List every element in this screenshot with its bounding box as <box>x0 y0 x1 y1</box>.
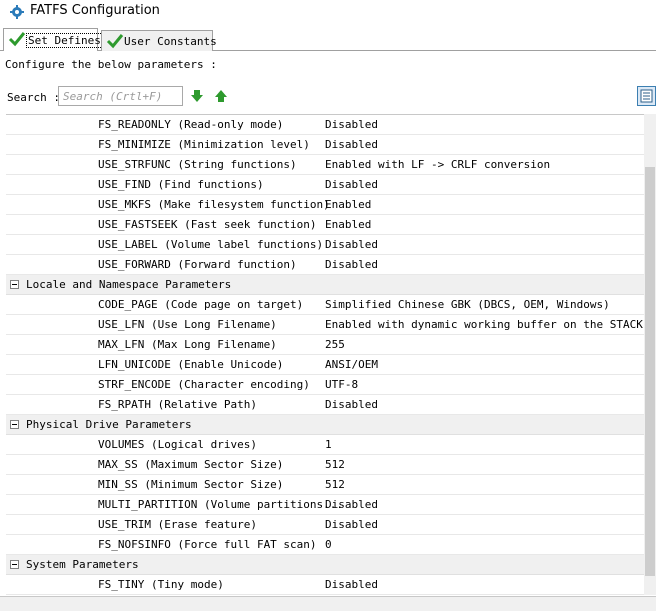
param-value[interactable]: Disabled <box>325 518 378 531</box>
param-row[interactable]: CODE_PAGE (Code page on target) Simplifi… <box>6 295 644 315</box>
param-name: MIN_SS (Minimum Sector Size) <box>98 478 284 491</box>
group-header-physical-drive[interactable]: Physical Drive Parameters <box>6 415 644 435</box>
param-name: FS_MINIMIZE (Minimization level) <box>98 138 310 151</box>
param-name: STRF_ENCODE (Character encoding) <box>98 378 310 391</box>
param-value[interactable]: Disabled <box>325 398 378 411</box>
param-value[interactable]: Disabled <box>325 138 378 151</box>
param-value[interactable]: Disabled <box>325 258 378 271</box>
param-name: USE_STRFUNC (String functions) <box>98 158 297 171</box>
param-row[interactable]: FS_NOFSINFO (Force full FAT scan) 0 <box>6 535 644 555</box>
param-value[interactable]: Enabled with dynamic working buffer on t… <box>325 318 643 331</box>
param-name: USE_FIND (Find functions) <box>98 178 264 191</box>
param-row[interactable]: MULTI_PARTITION (Volume partitions... Di… <box>6 495 644 515</box>
collapse-toggle-icon[interactable] <box>10 560 19 569</box>
title-bar: FATFS Configuration <box>0 0 656 24</box>
param-name: MULTI_PARTITION (Volume partitions... <box>98 498 344 511</box>
param-name: USE_FASTSEEK (Fast seek function) <box>98 218 317 231</box>
find-previous-up-arrow-icon[interactable] <box>214 89 228 103</box>
param-row[interactable]: USE_LFN (Use Long Filename) Enabled with… <box>6 315 644 335</box>
group-title: System Parameters <box>26 558 139 571</box>
param-value[interactable]: Enabled with LF -> CRLF conversion <box>325 158 550 171</box>
param-value[interactable]: Simplified Chinese GBK (DBCS, OEM, Windo… <box>325 298 610 311</box>
param-value[interactable]: Disabled <box>325 178 378 191</box>
group-title: Locale and Namespace Parameters <box>26 278 232 291</box>
app-gear-icon <box>10 5 24 19</box>
param-name: USE_TRIM (Erase feature) <box>98 518 257 531</box>
param-name: USE_FORWARD (Forward function) <box>98 258 297 271</box>
param-row[interactable]: USE_FASTSEEK (Fast seek function) Enable… <box>6 215 644 235</box>
param-row[interactable]: MAX_LFN (Max Long Filename) 255 <box>6 335 644 355</box>
param-value[interactable]: UTF-8 <box>325 378 358 391</box>
param-row[interactable]: FS_MINIMIZE (Minimization level) Disable… <box>6 135 644 155</box>
param-name: FS_NOFSINFO (Force full FAT scan) <box>98 538 317 551</box>
param-name: MAX_SS (Maximum Sector Size) <box>98 458 284 471</box>
param-value[interactable]: 0 <box>325 538 332 551</box>
param-row[interactable]: USE_STRFUNC (String functions) Enabled w… <box>6 155 644 175</box>
param-row[interactable]: FS_TINY (Tiny mode) Disabled <box>6 575 644 595</box>
param-row[interactable]: VOLUMES (Logical drives) 1 <box>6 435 644 455</box>
param-row[interactable]: STRF_ENCODE (Character encoding) UTF-8 <box>6 375 644 395</box>
param-name: MAX_LFN (Max Long Filename) <box>98 338 277 351</box>
param-row[interactable]: USE_FORWARD (Forward function) Disabled <box>6 255 644 275</box>
group-header-locale[interactable]: Locale and Namespace Parameters <box>6 275 644 295</box>
param-name: CODE_PAGE (Code page on target) <box>98 298 304 311</box>
parameters-grid: FS_READONLY (Read-only mode) Disabled FS… <box>6 114 644 596</box>
tab-user-constants[interactable]: User Constants <box>101 30 217 51</box>
param-name: VOLUMES (Logical drives) <box>98 438 257 451</box>
param-row[interactable]: LFN_UNICODE (Enable Unicode) ANSI/OEM <box>6 355 644 375</box>
param-value[interactable]: Disabled <box>325 578 378 591</box>
param-name: FS_TINY (Tiny mode) <box>98 578 224 591</box>
param-value[interactable]: Disabled <box>325 238 378 251</box>
param-row[interactable]: MIN_SS (Minimum Sector Size) 512 <box>6 475 644 495</box>
param-name: FS_RPATH (Relative Path) <box>98 398 257 411</box>
param-value[interactable]: 512 <box>325 478 345 491</box>
tab-bar: Set Defines User Constants <box>0 27 656 51</box>
check-icon <box>8 32 26 47</box>
param-row[interactable]: FS_READONLY (Read-only mode) Disabled <box>6 115 644 135</box>
param-value[interactable]: ANSI/OEM <box>325 358 378 371</box>
bottom-panel-edge <box>0 596 656 611</box>
group-title: Physical Drive Parameters <box>26 418 192 431</box>
param-name: USE_MKFS (Make filesystem function) <box>98 198 330 211</box>
param-value[interactable]: Disabled <box>325 498 378 511</box>
list-view-toggle-button[interactable] <box>637 86 656 106</box>
param-row[interactable]: FS_RPATH (Relative Path) Disabled <box>6 395 644 415</box>
scrollbar-thumb[interactable] <box>645 167 655 576</box>
param-value[interactable]: 255 <box>325 338 345 351</box>
param-value[interactable]: 1 <box>325 438 332 451</box>
search-input[interactable] <box>58 86 183 106</box>
param-name: USE_LFN (Use Long Filename) <box>98 318 277 331</box>
param-value[interactable]: Disabled <box>325 118 378 131</box>
param-name: USE_LABEL (Volume label functions) <box>98 238 324 251</box>
collapse-toggle-icon[interactable] <box>10 420 19 429</box>
group-header-system[interactable]: System Parameters <box>6 555 644 575</box>
search-label: Search : <box>7 91 60 104</box>
param-row[interactable]: USE_LABEL (Volume label functions) Disab… <box>6 235 644 255</box>
collapse-toggle-icon[interactable] <box>10 280 19 289</box>
param-row[interactable]: USE_MKFS (Make filesystem function) Enab… <box>6 195 644 215</box>
param-name: FS_READONLY (Read-only mode) <box>98 118 284 131</box>
tab-label: User Constants <box>124 35 217 48</box>
param-value[interactable]: 512 <box>325 458 345 471</box>
check-icon <box>106 34 124 49</box>
instructions-text: Configure the below parameters : <box>5 58 217 71</box>
param-value[interactable]: Enabled <box>325 198 371 211</box>
tab-label: Set Defines <box>26 33 103 48</box>
vertical-scrollbar[interactable] <box>644 114 656 595</box>
param-row[interactable]: MAX_SS (Maximum Sector Size) 512 <box>6 455 644 475</box>
param-value[interactable]: Enabled <box>325 218 371 231</box>
window-title: FATFS Configuration <box>30 3 160 18</box>
find-next-down-arrow-icon[interactable] <box>190 89 204 103</box>
param-row[interactable]: USE_TRIM (Erase feature) Disabled <box>6 515 644 535</box>
param-row[interactable]: USE_FIND (Find functions) Disabled <box>6 175 644 195</box>
tab-set-defines[interactable]: Set Defines <box>3 28 103 51</box>
list-view-icon <box>640 89 653 103</box>
param-name: LFN_UNICODE (Enable Unicode) <box>98 358 284 371</box>
